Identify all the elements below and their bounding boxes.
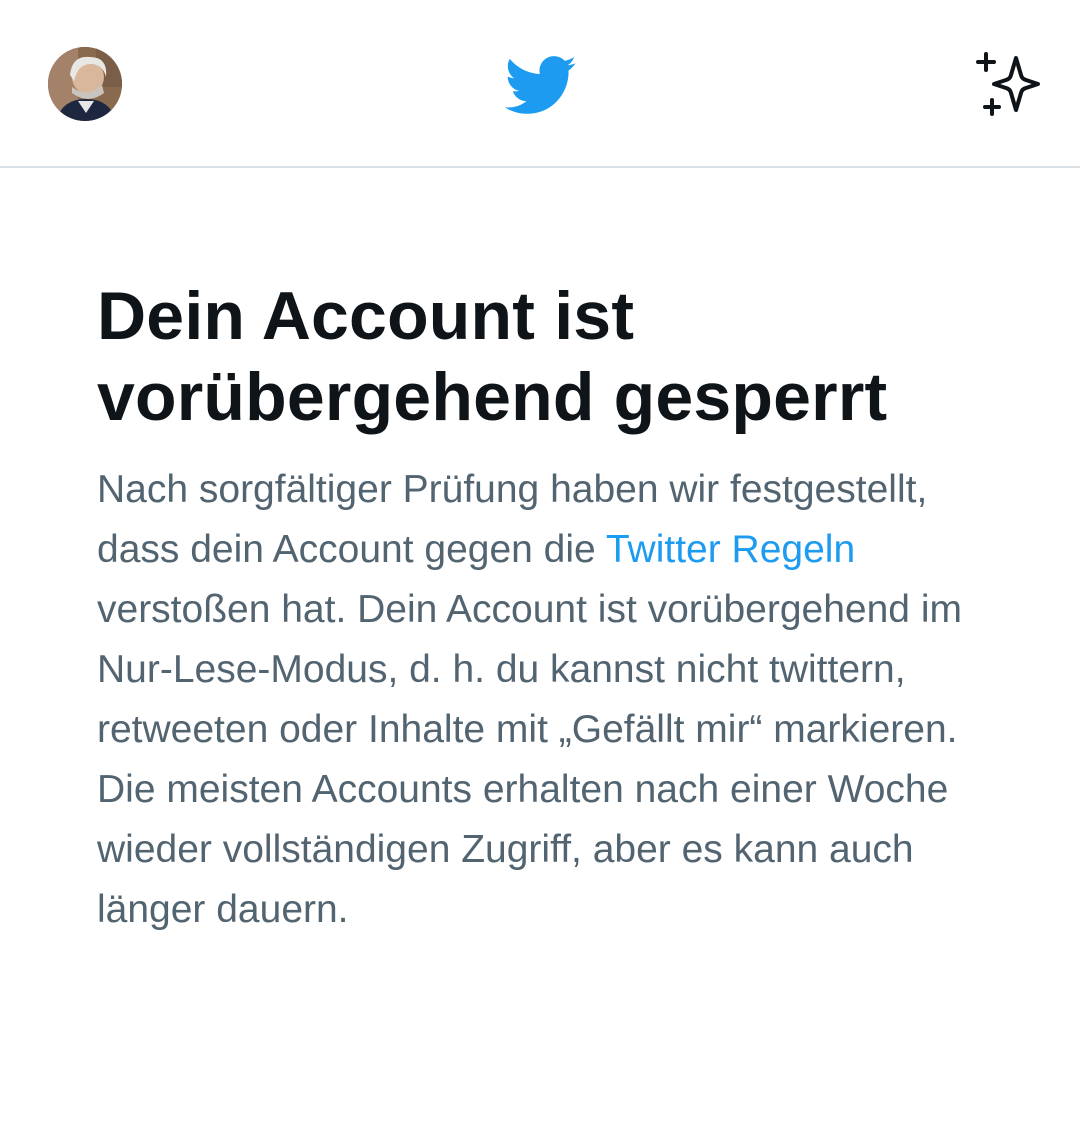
notice-body-rest: verstoßen hat. Dein Account ist vorüberg… [97,588,962,931]
sparkle-icon[interactable] [972,48,1044,120]
profile-avatar[interactable] [48,47,122,121]
sparkle-svg [976,52,1040,116]
top-bar [0,0,1080,168]
notice-title-line1: Dein Account ist [97,278,635,354]
notice-title-line2: vorübergehend gesperrt [97,359,888,435]
twitter-bird-svg [504,56,576,114]
avatar-image [48,47,122,121]
app-page: Dein Account ist vorübergehend gesperrt … [0,0,1080,1137]
twitter-rules-link[interactable]: Twitter Regeln [606,528,855,571]
notice-title: Dein Account ist vorübergehend gesperrt [97,276,997,438]
notice-body: Nach sorgfältiger Prüfung haben wir fest… [97,460,977,940]
suspension-notice: Dein Account ist vorübergehend gesperrt … [97,276,997,940]
twitter-bird-icon[interactable] [504,56,577,116]
